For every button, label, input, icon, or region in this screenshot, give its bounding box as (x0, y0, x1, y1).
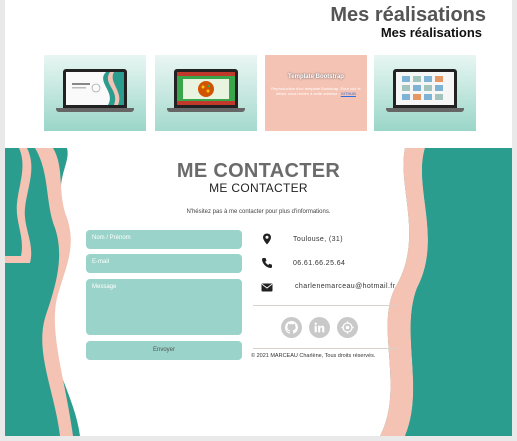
project-card-4[interactable] (374, 55, 476, 131)
project-card-2[interactable] (155, 55, 257, 131)
laptop-icon (393, 69, 457, 108)
page: Mes réalisations Mes réalisations Templa… (5, 0, 512, 436)
contact-title: ME CONTACTER (176, 160, 341, 182)
portfolio-button[interactable] (337, 317, 358, 338)
realisations-title: Mes réalisations (330, 4, 486, 26)
portfolio-icon (341, 321, 354, 334)
phone-text: 06.61.66.25.64 (293, 260, 346, 267)
realisations-subtitle: Mes réalisations (380, 25, 482, 40)
phone-icon (262, 258, 272, 268)
linkedin-icon (314, 322, 325, 333)
send-button[interactable]: Envoyer (86, 341, 242, 360)
project-preview-2 (177, 72, 235, 105)
realisations-section: Mes réalisations Mes réalisations Templa… (5, 0, 512, 148)
github-button[interactable] (281, 317, 302, 338)
project-preview-1 (66, 72, 124, 105)
envelope-icon (261, 283, 273, 292)
address-text: Toulouse, (31) (293, 236, 343, 243)
laptop-base (56, 108, 134, 112)
project-description: Reproduction d'un template Bootstrap. Po… (271, 86, 361, 96)
github-link[interactable]: GITHUB (341, 91, 356, 96)
contact-subtitle: ME CONTACTER (209, 181, 308, 195)
project-title: Template Bootstrap (288, 74, 344, 80)
projects-gallery: Template Bootstrap Reproduction d'un tem… (44, 55, 478, 131)
contact-section: ME CONTACTER ME CONTACTER N'hésitez pas … (5, 148, 512, 436)
map-marker-icon (263, 233, 271, 245)
project-card-3[interactable]: Template Bootstrap Reproduction d'un tem… (265, 55, 367, 131)
email-text[interactable]: charlenemarceau@hotmail.fr (295, 283, 395, 290)
copyright-text: © 2021 MARCEAU Charlène, Tous droits rés… (251, 353, 376, 359)
name-input[interactable]: Nom / Prénom (86, 230, 242, 249)
divider (253, 348, 397, 349)
contact-intro: N'hésitez pas à me contacter pour plus d… (186, 209, 331, 215)
divider (253, 305, 397, 306)
project-card-1[interactable] (44, 55, 146, 131)
linkedin-button[interactable] (309, 317, 330, 338)
project-preview-4 (396, 72, 454, 105)
laptop-icon (63, 69, 127, 108)
message-textarea[interactable]: Message (86, 279, 242, 335)
laptop-icon (174, 69, 238, 108)
email-input[interactable]: E-mail (86, 254, 242, 273)
github-icon (285, 321, 298, 334)
laptop-base (167, 108, 245, 112)
laptop-base (386, 108, 464, 112)
